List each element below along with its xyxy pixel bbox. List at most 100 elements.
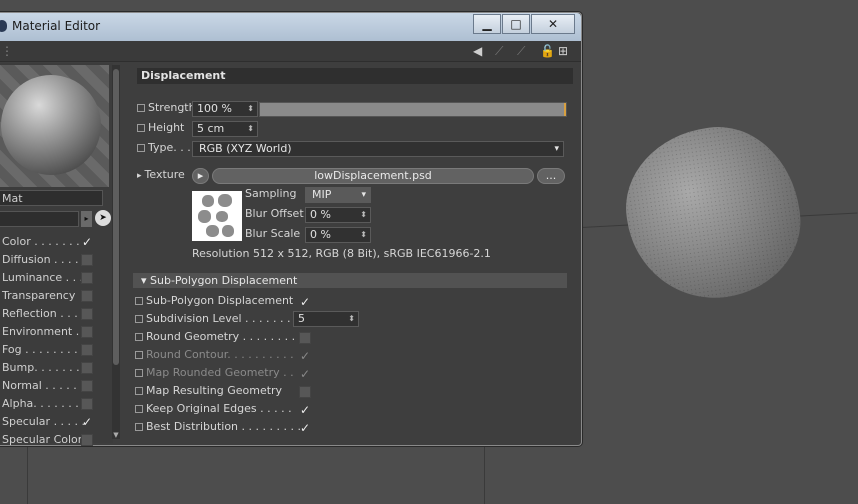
app-icon bbox=[0, 20, 7, 32]
texture-file-button[interactable]: lowDisplacement.psd bbox=[212, 168, 534, 184]
material-editor-window[interactable]: Material Editor ▁ □ ✕ ⋮ ◀ ⟋ ⟋ 🔓 ⊞ Mat ▸ … bbox=[0, 12, 582, 446]
keyframe-dot-icon[interactable] bbox=[135, 423, 143, 431]
keyframe-dot-icon[interactable] bbox=[135, 405, 143, 413]
subpoly-row: Map Rounded Geometry . . ✓ bbox=[135, 364, 310, 382]
lock-icon[interactable]: 🔓 bbox=[540, 44, 555, 58]
channel-item[interactable]: Normal . . . . . . bbox=[0, 377, 105, 395]
keyframe-dot-icon[interactable] bbox=[137, 104, 145, 112]
height-row: Height bbox=[137, 119, 184, 137]
checkbox[interactable] bbox=[299, 332, 311, 344]
scrollbar-thumb[interactable] bbox=[113, 69, 119, 365]
check-icon[interactable]: ✓ bbox=[81, 416, 93, 428]
keyframe-dot-icon[interactable] bbox=[137, 124, 145, 132]
channel-label: Fog . . . . . . . . . bbox=[2, 343, 85, 356]
keyframe-dot-icon[interactable] bbox=[137, 144, 145, 152]
check-icon[interactable]: ✓ bbox=[299, 296, 311, 308]
texture-expand-button[interactable]: ▸ bbox=[192, 168, 209, 184]
keyframe-dot-icon[interactable] bbox=[135, 387, 143, 395]
minimize-button[interactable]: ▁ bbox=[473, 14, 501, 34]
channel-item[interactable]: Specular Color bbox=[0, 431, 105, 449]
channel-checkbox[interactable] bbox=[81, 254, 93, 266]
channel-checkbox[interactable] bbox=[81, 326, 93, 338]
keyframe-dot-icon[interactable] bbox=[135, 333, 143, 341]
channel-item[interactable]: Diffusion . . . . . bbox=[0, 251, 105, 269]
subpoly-row: Map Resulting Geometry bbox=[135, 382, 311, 400]
check-icon[interactable]: ✓ bbox=[299, 404, 311, 416]
channel-checkbox[interactable] bbox=[81, 434, 93, 446]
thumb-blotch bbox=[198, 210, 211, 223]
channel-checkbox[interactable] bbox=[81, 308, 93, 320]
channel-checkbox[interactable] bbox=[81, 362, 93, 374]
type-dropdown[interactable]: RGB (XYZ World) ▾ bbox=[192, 141, 564, 157]
spinner-icon[interactable]: ⬍ bbox=[348, 312, 355, 326]
slider-handle[interactable] bbox=[564, 103, 566, 116]
channel-label: Bump. . . . . . . . bbox=[2, 361, 87, 374]
subpoly-row-label: Round Contour. . . . . . . . . . bbox=[146, 348, 294, 361]
sampling-dropdown[interactable]: MIP ▾ bbox=[305, 187, 371, 203]
channel-item[interactable]: Specular . . . . . ✓ bbox=[0, 413, 105, 431]
channel-item[interactable]: Environment . . bbox=[0, 323, 105, 341]
strength-slider[interactable] bbox=[259, 102, 567, 117]
back-arrow-icon[interactable]: ◀ bbox=[473, 44, 482, 58]
blur-scale-label: Blur Scale bbox=[245, 227, 301, 240]
keyframe-dot-icon[interactable] bbox=[135, 297, 143, 305]
channel-checkbox[interactable] bbox=[81, 290, 93, 302]
title-bar[interactable]: Material Editor ▁ □ ✕ bbox=[0, 13, 581, 41]
texture-thumbnail[interactable] bbox=[192, 191, 242, 241]
scroll-down-icon[interactable]: ▼ bbox=[112, 431, 120, 439]
material-path-field[interactable] bbox=[0, 211, 79, 227]
subdivision-level-value: 5 bbox=[298, 312, 305, 325]
strength-input[interactable]: 100 % ⬍ bbox=[192, 101, 258, 117]
subpoly-row: Round Contour. . . . . . . . . . ✓ bbox=[135, 346, 310, 364]
close-button[interactable]: ✕ bbox=[531, 14, 575, 34]
blur-offset-input[interactable]: 0 % ⬍ bbox=[305, 207, 371, 223]
thumb-blotch bbox=[222, 225, 234, 237]
window-title: Material Editor bbox=[12, 19, 101, 33]
subpoly-row-label: Keep Original Edges . . . . . bbox=[146, 402, 292, 415]
channel-item[interactable]: Reflection . . . . bbox=[0, 305, 105, 323]
channel-checkbox[interactable] bbox=[81, 398, 93, 410]
spinner-icon[interactable]: ⬍ bbox=[360, 208, 367, 222]
material-preview[interactable] bbox=[0, 65, 109, 187]
maximize-button[interactable]: □ bbox=[502, 14, 530, 34]
subpoly-header-label: Sub-Polygon Displacement bbox=[150, 274, 298, 287]
forward-arrow-icon[interactable]: ⟋ bbox=[517, 44, 525, 59]
type-label: Type. . . bbox=[148, 141, 191, 154]
channel-label: Transparency bbox=[2, 289, 76, 302]
displacement-header: Displacement bbox=[137, 68, 573, 84]
subdivision-level-input[interactable]: 5 ⬍ bbox=[293, 311, 359, 327]
channel-checkbox[interactable] bbox=[81, 344, 93, 356]
new-window-icon[interactable]: ⊞ bbox=[558, 44, 568, 58]
thumb-blotch bbox=[206, 225, 219, 237]
thumb-blotch bbox=[218, 194, 232, 207]
up-arrow-icon[interactable]: ⟋ bbox=[495, 44, 503, 59]
channel-item[interactable]: Color . . . . . . . . ✓ bbox=[0, 233, 105, 251]
pick-cursor-icon[interactable]: ➤ bbox=[95, 210, 111, 226]
type-row: Type. . . bbox=[137, 139, 191, 157]
subpoly-row: Best Distribution . . . . . . . . . ✓ bbox=[135, 418, 310, 436]
material-name-field[interactable]: Mat bbox=[0, 190, 103, 206]
check-icon[interactable]: ✓ bbox=[81, 236, 93, 248]
channel-item[interactable]: Fog . . . . . . . . . bbox=[0, 341, 105, 359]
spinner-icon[interactable]: ⬍ bbox=[247, 102, 254, 116]
displaced-sphere[interactable] bbox=[616, 116, 810, 310]
blur-scale-input[interactable]: 0 % ⬍ bbox=[305, 227, 371, 243]
check-icon[interactable]: ✓ bbox=[299, 422, 311, 434]
texture-browse-button[interactable]: ... bbox=[537, 168, 565, 184]
subpoly-section-header[interactable]: ▾ Sub-Polygon Displacement bbox=[133, 273, 567, 288]
left-scrollbar[interactable]: ▼ bbox=[112, 65, 120, 439]
spinner-icon[interactable]: ⬍ bbox=[360, 228, 367, 242]
channel-item[interactable]: Bump. . . . . . . . bbox=[0, 359, 105, 377]
checkbox[interactable] bbox=[299, 386, 311, 398]
channel-checkbox[interactable] bbox=[81, 272, 93, 284]
channel-checkbox[interactable] bbox=[81, 380, 93, 392]
keyframe-dot-icon[interactable] bbox=[135, 315, 143, 323]
blur-offset-value: 0 % bbox=[310, 208, 331, 221]
triangle-right-icon[interactable]: ▸ bbox=[81, 211, 92, 227]
spinner-icon[interactable]: ⬍ bbox=[247, 122, 254, 136]
triangle-right-icon[interactable]: ▸ bbox=[137, 171, 142, 181]
channel-item[interactable]: Luminance . . . . bbox=[0, 269, 105, 287]
height-input[interactable]: 5 cm ⬍ bbox=[192, 121, 258, 137]
channel-item[interactable]: Transparency bbox=[0, 287, 105, 305]
channel-item[interactable]: Alpha. . . . . . . . bbox=[0, 395, 105, 413]
